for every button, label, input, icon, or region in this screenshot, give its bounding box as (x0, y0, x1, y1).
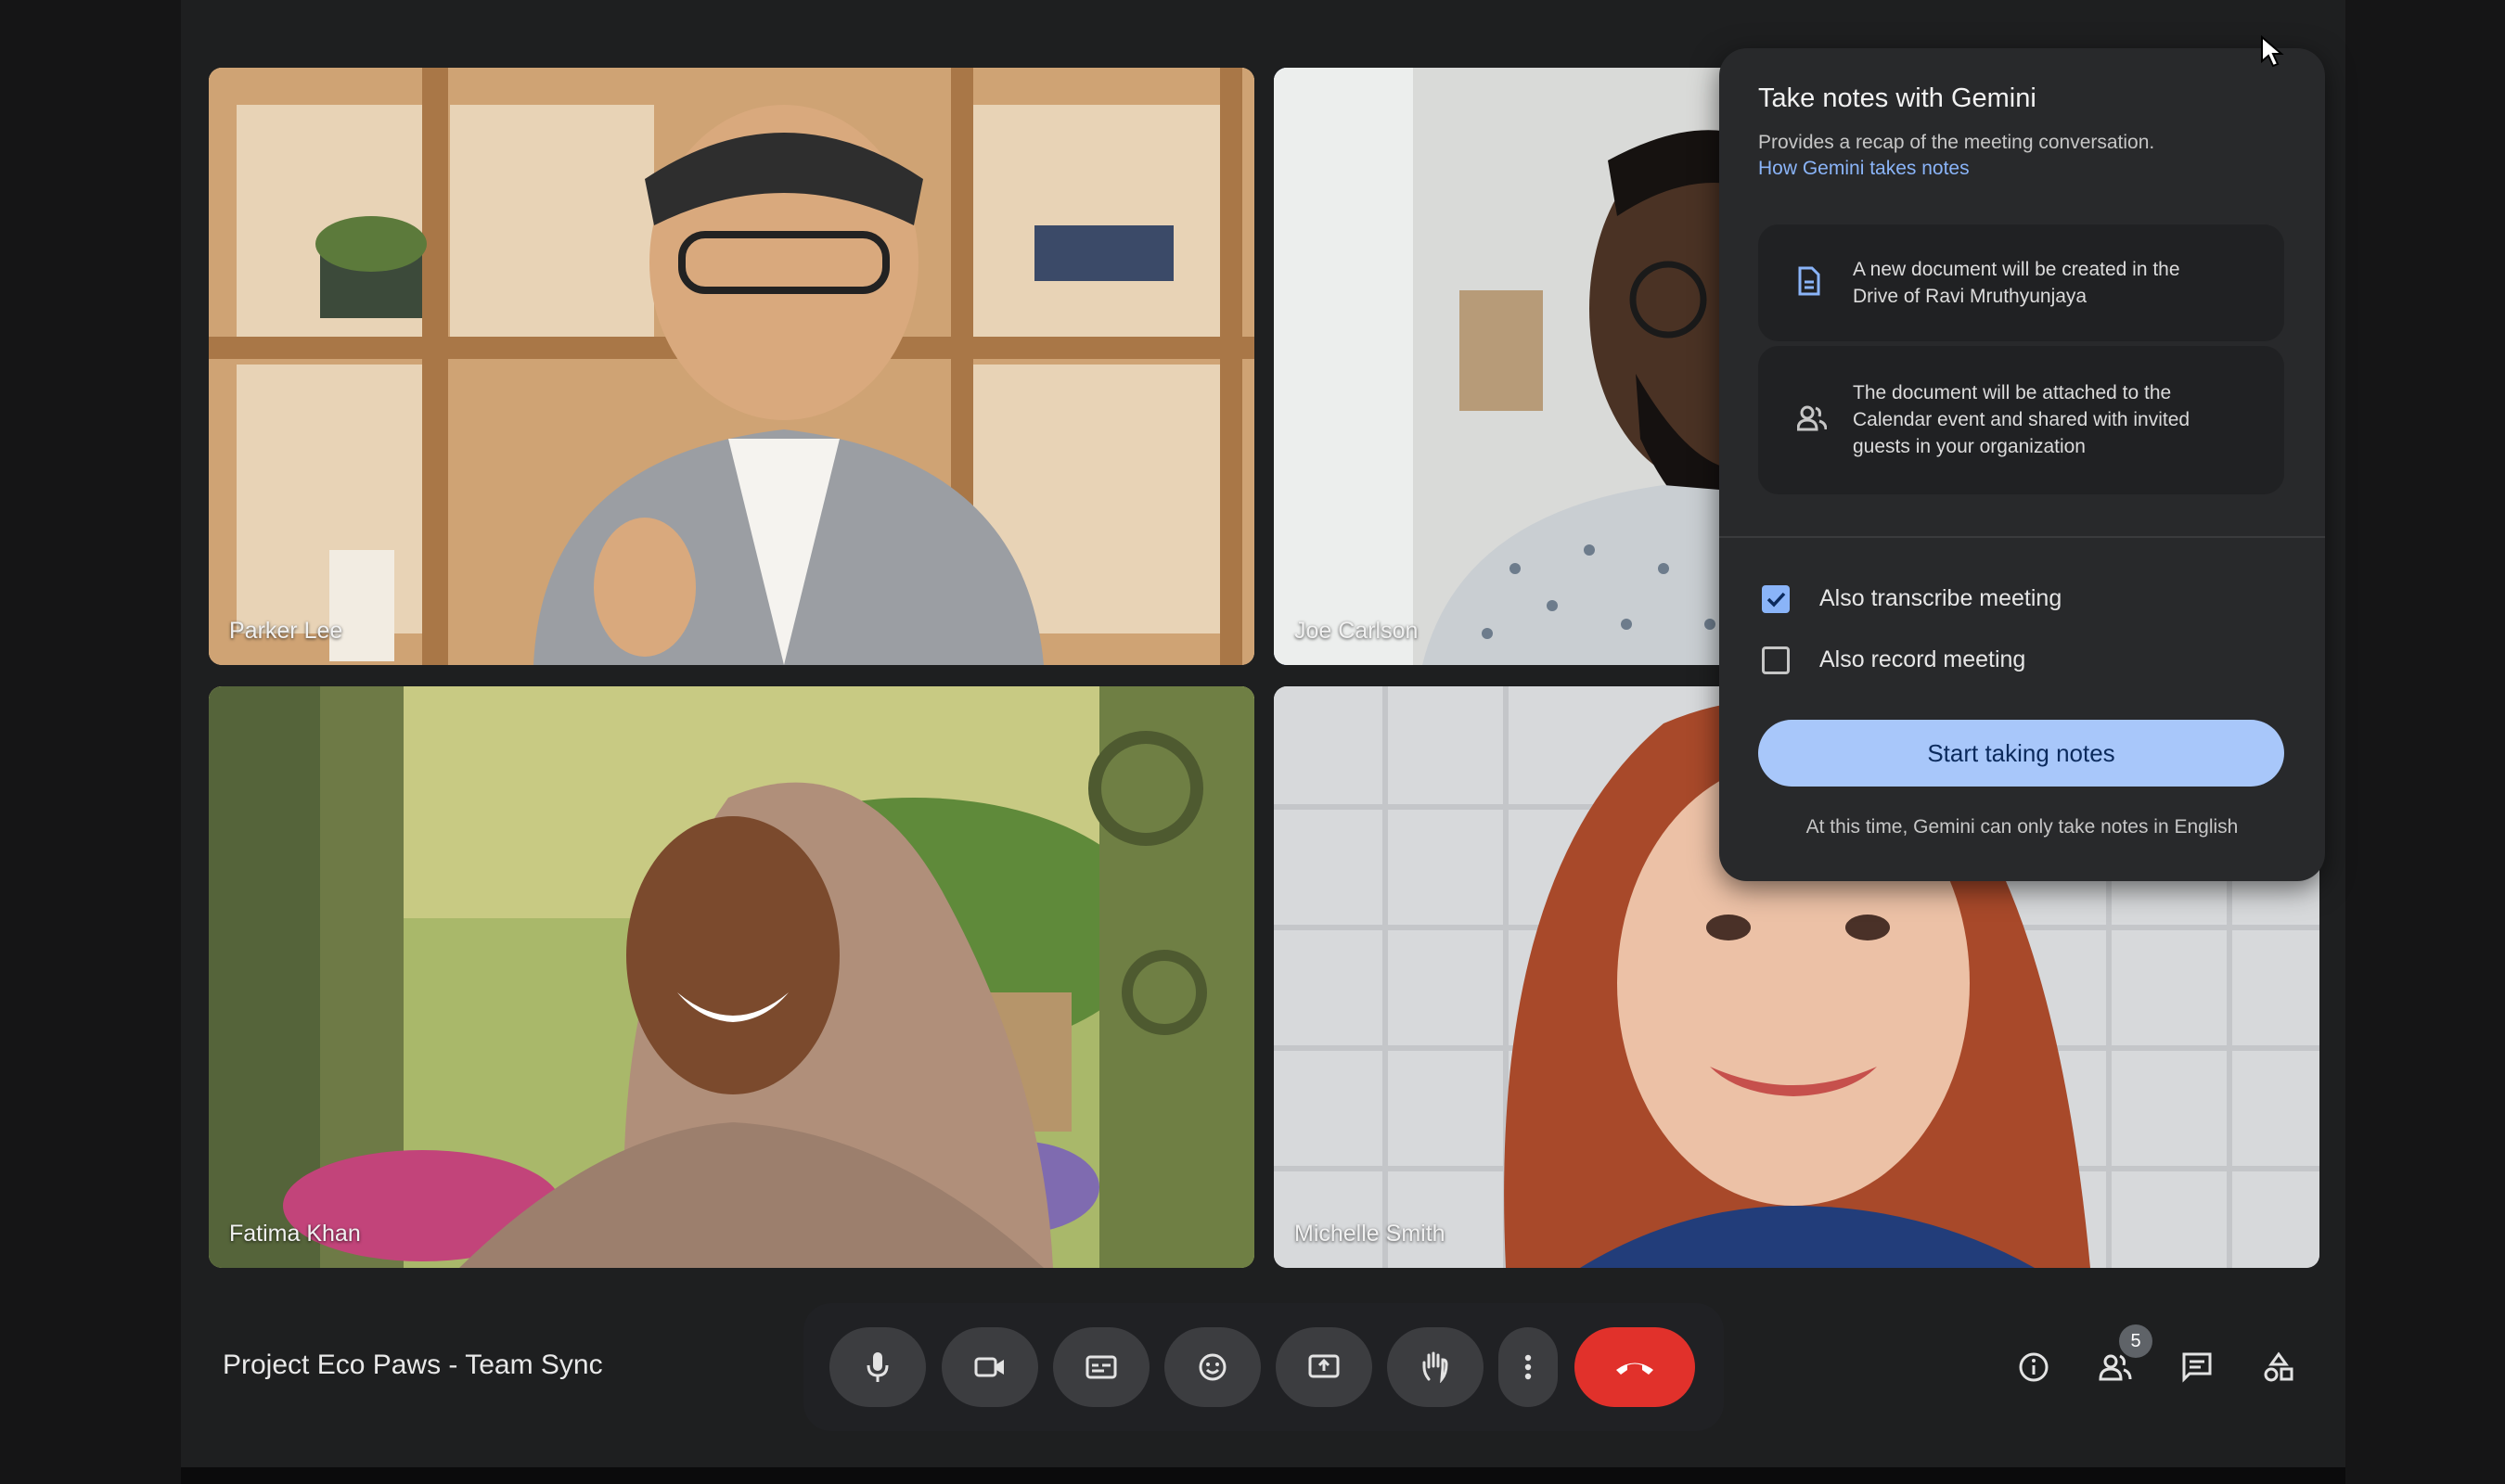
transcribe-checkbox[interactable] (1762, 585, 1790, 613)
meeting-title: Project Eco Paws - Team Sync (223, 1350, 603, 1380)
divider (1719, 536, 2325, 538)
mouse-cursor-icon (2261, 35, 2284, 68)
video-feed (209, 686, 1254, 1268)
camera-icon (974, 1357, 1004, 1377)
info-box-document: A new document will be created in the Dr… (1758, 224, 2284, 341)
present-screen-button[interactable] (1276, 1327, 1372, 1407)
participant-count-badge: 5 (2119, 1324, 2152, 1358)
camera-button[interactable] (942, 1327, 1038, 1407)
info-line: Calendar event and shared with invited (1853, 409, 2190, 430)
participant-name: Michelle Smith (1294, 1221, 1445, 1247)
raise-hand-icon (1422, 1351, 1448, 1383)
panel-title: Take notes with Gemini (1758, 83, 2036, 113)
activities-icon (2264, 1351, 2293, 1382)
microphone-button[interactable] (829, 1327, 926, 1407)
document-icon (1798, 266, 1820, 296)
present-screen-icon (1308, 1354, 1340, 1378)
reactions-button[interactable] (1164, 1327, 1261, 1407)
info-line: guests in your organization (1853, 436, 2086, 457)
participant-name: Joe Carlson (1294, 618, 1419, 644)
check-icon (1766, 592, 1786, 608)
participant-name: Parker Lee (229, 618, 343, 644)
how-gemini-takes-notes-link[interactable]: How Gemini takes notes (1758, 158, 1970, 180)
video-tile-fatima-khan[interactable]: Fatima Khan (209, 686, 1254, 1268)
video-feed (1274, 68, 1775, 665)
start-taking-notes-button[interactable]: Start taking notes (1758, 720, 2284, 787)
end-call-button[interactable] (1574, 1327, 1695, 1407)
left-backdrop (0, 0, 181, 1484)
video-feed (209, 68, 1254, 665)
people-icon (2099, 1354, 2132, 1381)
panel-description: Provides a recap of the meeting conversa… (1758, 132, 2155, 153)
info-line: A new document will be created in the (1853, 259, 2180, 280)
transcribe-label: Also transcribe meeting (1819, 585, 2062, 611)
info-box-calendar: The document will be attached to the Cal… (1758, 346, 2284, 494)
people-icon (1797, 405, 1827, 431)
meeting-details-button[interactable] (2013, 1347, 2054, 1388)
chat-button[interactable] (2177, 1347, 2217, 1388)
participant-name: Fatima Khan (229, 1221, 361, 1247)
record-label: Also record meeting (1819, 646, 2026, 672)
captions-button[interactable] (1053, 1327, 1150, 1407)
emoji-icon (1199, 1353, 1227, 1381)
more-options-button[interactable] (1498, 1327, 1558, 1407)
video-tile-parker-lee[interactable]: Parker Lee (209, 68, 1254, 665)
info-text: The document will be attached to the Cal… (1853, 379, 2252, 460)
info-line: Drive of Ravi Mruthyunjaya (1853, 286, 2088, 307)
raise-hand-button[interactable] (1387, 1327, 1484, 1407)
info-text: A new document will be created in the Dr… (1853, 256, 2252, 310)
chat-icon (2182, 1352, 2212, 1383)
info-icon (2019, 1352, 2049, 1382)
captions-icon (1086, 1355, 1117, 1379)
more-options-icon (1524, 1354, 1532, 1380)
gemini-notes-panel: Take notes with Gemini Provides a recap … (1719, 48, 2325, 881)
activities-button[interactable] (2258, 1347, 2299, 1388)
language-notice: At this time, Gemini can only take notes… (1805, 816, 2239, 838)
info-line: The document will be attached to the (1853, 382, 2172, 403)
info-row: The document will be attached to the Cal… (1758, 346, 2284, 494)
info-row: A new document will be created in the Dr… (1758, 224, 2284, 341)
video-tile-joe-carlson[interactable]: Joe Carlson (1274, 68, 1775, 665)
end-call-icon (1616, 1362, 1653, 1375)
record-checkbox[interactable] (1762, 646, 1790, 674)
microphone-icon (867, 1352, 889, 1382)
right-backdrop (2345, 0, 2505, 1484)
